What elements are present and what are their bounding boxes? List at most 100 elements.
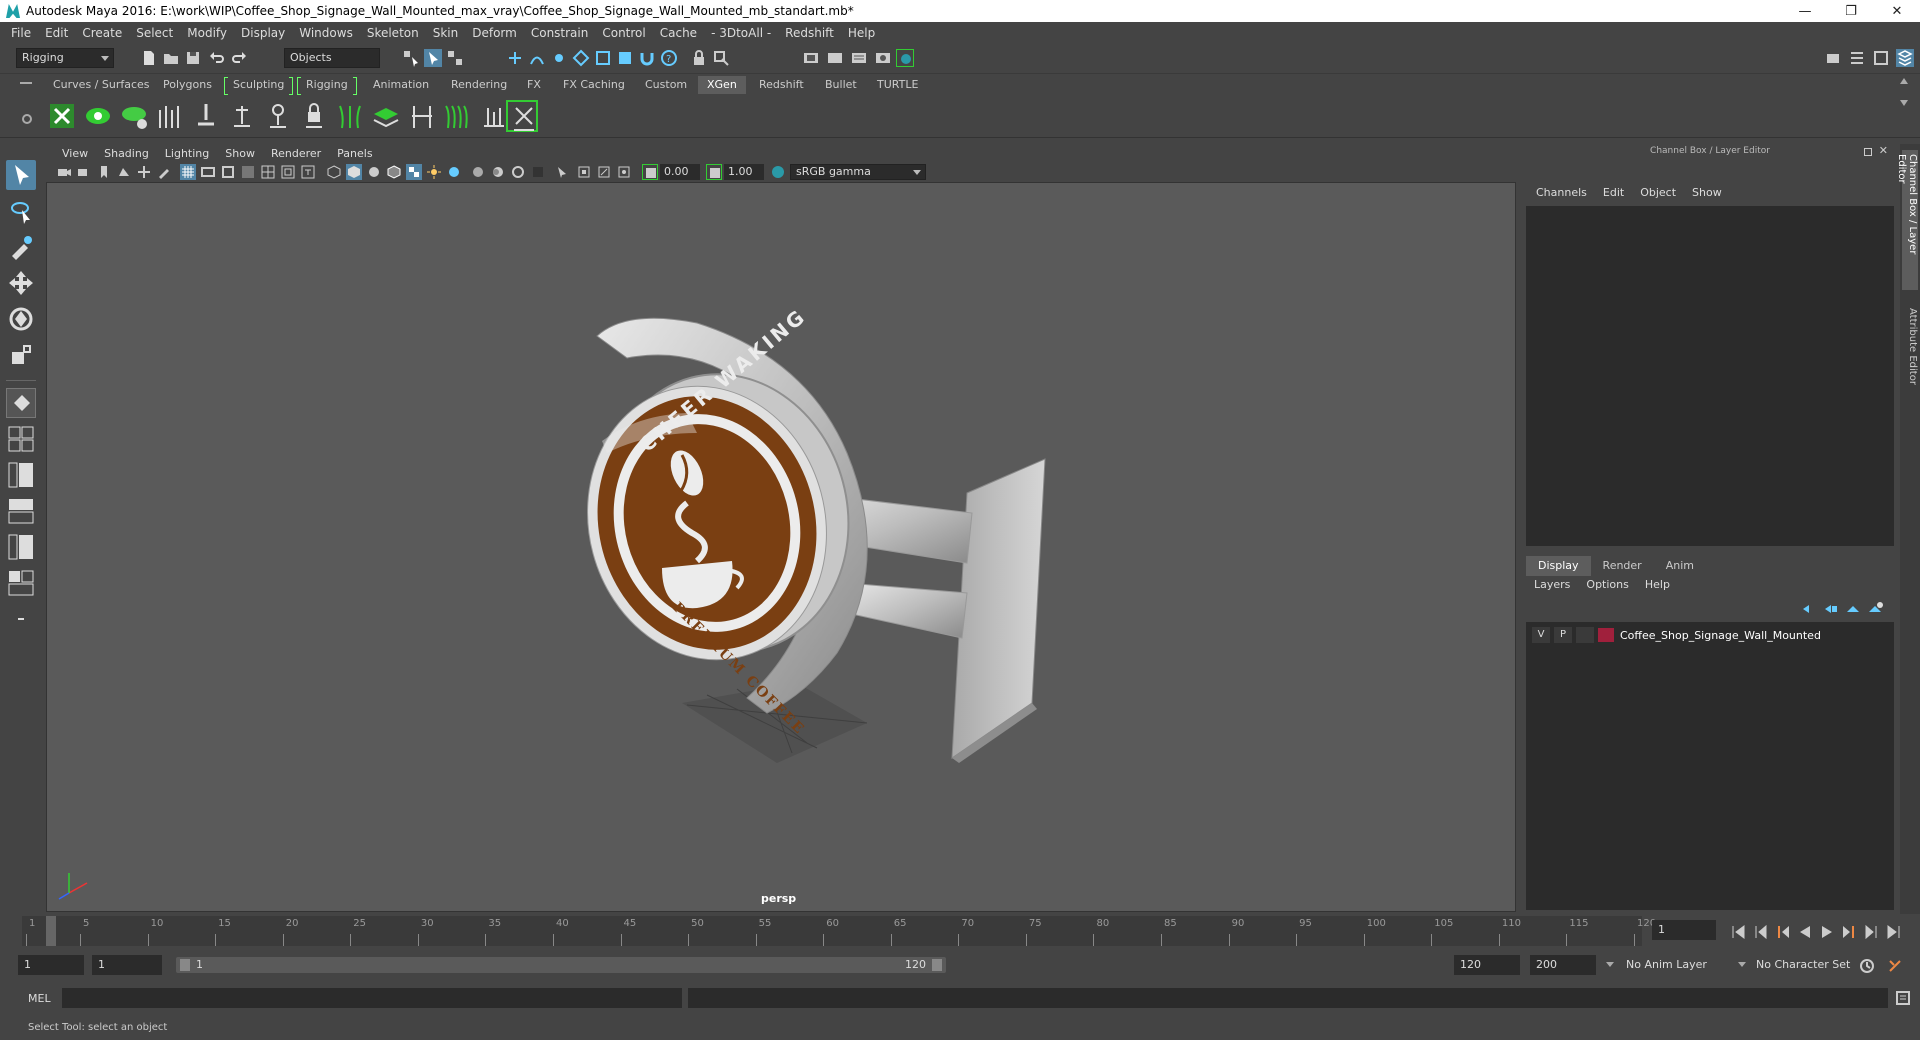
- screen-space-ao-icon[interactable]: [470, 164, 486, 180]
- xgen-guide-curves-icon[interactable]: [334, 100, 366, 132]
- textured-icon[interactable]: [406, 164, 422, 180]
- render-settings-icon[interactable]: [850, 49, 868, 67]
- camera-attributes-icon[interactable]: [56, 164, 72, 180]
- isolate-select-icon[interactable]: [554, 164, 570, 180]
- character-set-arrow-icon[interactable]: [1738, 962, 1746, 967]
- layer-display-type-toggle[interactable]: [1576, 627, 1594, 643]
- vp-menu-panels[interactable]: Panels: [329, 147, 380, 160]
- xgen-groom-icon[interactable]: [154, 100, 186, 132]
- menu-help[interactable]: Help: [841, 26, 882, 40]
- xgen-layers-icon[interactable]: [370, 100, 402, 132]
- color-management-icon[interactable]: [770, 164, 786, 180]
- exposure-icon[interactable]: [642, 164, 658, 180]
- xgen-guide-to-curves-icon[interactable]: [506, 100, 538, 132]
- go-to-end-icon[interactable]: [1884, 923, 1900, 939]
- cb-menu-edit[interactable]: Edit: [1595, 186, 1632, 199]
- tab-turtle[interactable]: TURTLE: [868, 76, 927, 94]
- selection-mask-dropdown[interactable]: Objects: [284, 48, 380, 68]
- wireframe-on-shaded-icon[interactable]: [386, 164, 402, 180]
- tab-xgen[interactable]: XGen: [698, 76, 746, 94]
- create-empty-layer-icon[interactable]: [1844, 600, 1860, 616]
- tab-display-layers[interactable]: Display: [1526, 556, 1591, 576]
- vp-menu-shading[interactable]: Shading: [96, 147, 157, 160]
- select-tool-icon[interactable]: [6, 160, 36, 190]
- range-bar[interactable]: 1 120: [176, 957, 946, 973]
- persp-graph-layout-icon[interactable]: [6, 496, 36, 526]
- new-scene-icon[interactable]: [140, 49, 158, 67]
- vp-menu-view[interactable]: View: [54, 147, 96, 160]
- snap-point-icon[interactable]: [550, 49, 568, 67]
- gamma-icon[interactable]: [706, 164, 722, 180]
- gate-mask-icon[interactable]: [240, 164, 256, 180]
- ipr-render-icon[interactable]: [826, 49, 844, 67]
- move-layer-up-icon[interactable]: [1800, 600, 1816, 616]
- lock-icon[interactable]: [690, 49, 708, 67]
- safe-action-icon[interactable]: [280, 164, 296, 180]
- select-component-icon[interactable]: [446, 49, 464, 67]
- panel-float-icon[interactable]: [1864, 148, 1872, 156]
- tool-settings-toggle-icon[interactable]: [1872, 49, 1890, 67]
- rotate-tool-icon[interactable]: [6, 304, 36, 334]
- lasso-tool-icon[interactable]: [6, 196, 36, 226]
- menu-skeleton[interactable]: Skeleton: [360, 26, 426, 40]
- create-layer-from-selected-icon[interactable]: [1866, 600, 1883, 616]
- menu-edit[interactable]: Edit: [38, 26, 75, 40]
- current-frame-field[interactable]: 1: [1652, 920, 1716, 940]
- playback-end-field[interactable]: 120: [1454, 955, 1520, 975]
- minimize-button[interactable]: —: [1782, 0, 1828, 22]
- channel-box-toggle-icon[interactable]: [1896, 49, 1914, 67]
- layer-visibility-toggle[interactable]: V: [1532, 627, 1550, 643]
- bookmark-icon[interactable]: [96, 164, 112, 180]
- menu-control[interactable]: Control: [595, 26, 652, 40]
- tab-bullet[interactable]: Bullet: [816, 76, 866, 94]
- motion-blur-icon[interactable]: [490, 164, 506, 180]
- vp-menu-lighting[interactable]: Lighting: [157, 147, 217, 160]
- snap-view-plane-icon[interactable]: [572, 49, 590, 67]
- cb-menu-object[interactable]: Object: [1632, 186, 1684, 199]
- grease-pencil-icon[interactable]: [156, 164, 172, 180]
- side-tab-attribute-editor[interactable]: Attribute Editor: [1902, 304, 1918, 404]
- anti-aliasing-icon[interactable]: [510, 164, 526, 180]
- tab-sculpting[interactable]: Sculpting: [224, 76, 294, 95]
- layer-color-swatch[interactable]: [1598, 628, 1614, 642]
- cb-menu-channels[interactable]: Channels: [1528, 186, 1595, 199]
- restore-button[interactable]: ❐: [1828, 0, 1874, 22]
- construction-history-icon[interactable]: [712, 49, 730, 67]
- image-plane-icon[interactable]: [116, 164, 132, 180]
- time-slider-track[interactable]: 1 5 10 15 20 25 30 35 40 45 50 55 60 65 70 75 80 85 90 95 10…: [22, 916, 1656, 946]
- xgen-cut-guides-icon[interactable]: [406, 100, 438, 132]
- render-view-icon[interactable]: [896, 49, 914, 67]
- channel-box-area[interactable]: [1526, 206, 1894, 546]
- redo-icon[interactable]: [230, 49, 248, 67]
- resolution-gate-icon[interactable]: [220, 164, 236, 180]
- tab-rigging[interactable]: Rigging: [297, 76, 357, 95]
- symmetry-help-icon[interactable]: ?: [660, 49, 678, 67]
- tab-curves-surfaces[interactable]: Curves / Surfaces: [44, 76, 159, 94]
- step-forward-key-icon[interactable]: [1840, 923, 1856, 939]
- play-backwards-icon[interactable]: [1796, 923, 1812, 939]
- xgen-add-guide-icon[interactable]: [226, 100, 258, 132]
- time-slider[interactable]: 1 5 10 15 20 25 30 35 40 45 50 55 60 65 70 75 80 85 90 95 10…: [0, 914, 1920, 950]
- side-tab-channel-box[interactable]: Channel Box / Layer Editor: [1896, 150, 1918, 290]
- save-scene-icon[interactable]: [184, 49, 202, 67]
- xray-icon[interactable]: [576, 164, 592, 180]
- hypershade-icon[interactable]: [874, 49, 892, 67]
- layer-playback-toggle[interactable]: P: [1554, 627, 1572, 643]
- layer-row[interactable]: V P Coffee_Shop_Signage_Wall_Mounted: [1526, 626, 1894, 644]
- vp-menu-renderer[interactable]: Renderer: [263, 147, 329, 160]
- snap-magnet-icon[interactable]: [638, 49, 656, 67]
- range-end-handle[interactable]: [932, 959, 942, 971]
- wireframe-shading-icon[interactable]: [326, 164, 342, 180]
- anim-layer-dropdown[interactable]: No Anim Layer: [1620, 955, 1736, 975]
- move-layer-down-icon[interactable]: [1822, 600, 1838, 616]
- shelf-scroll-down-icon[interactable]: [1900, 100, 1908, 106]
- undo-icon[interactable]: [208, 49, 226, 67]
- render-frame-icon[interactable]: [802, 49, 820, 67]
- tab-anim-layers[interactable]: Anim: [1654, 556, 1706, 576]
- select-object-icon[interactable]: [424, 49, 442, 67]
- play-forwards-icon[interactable]: [1818, 923, 1834, 939]
- open-scene-icon[interactable]: [162, 49, 180, 67]
- panel-close-icon[interactable]: ✕: [1879, 144, 1888, 157]
- layer-name[interactable]: Coffee_Shop_Signage_Wall_Mounted: [1620, 629, 1821, 642]
- color-space-dropdown[interactable]: sRGB gamma: [790, 164, 926, 180]
